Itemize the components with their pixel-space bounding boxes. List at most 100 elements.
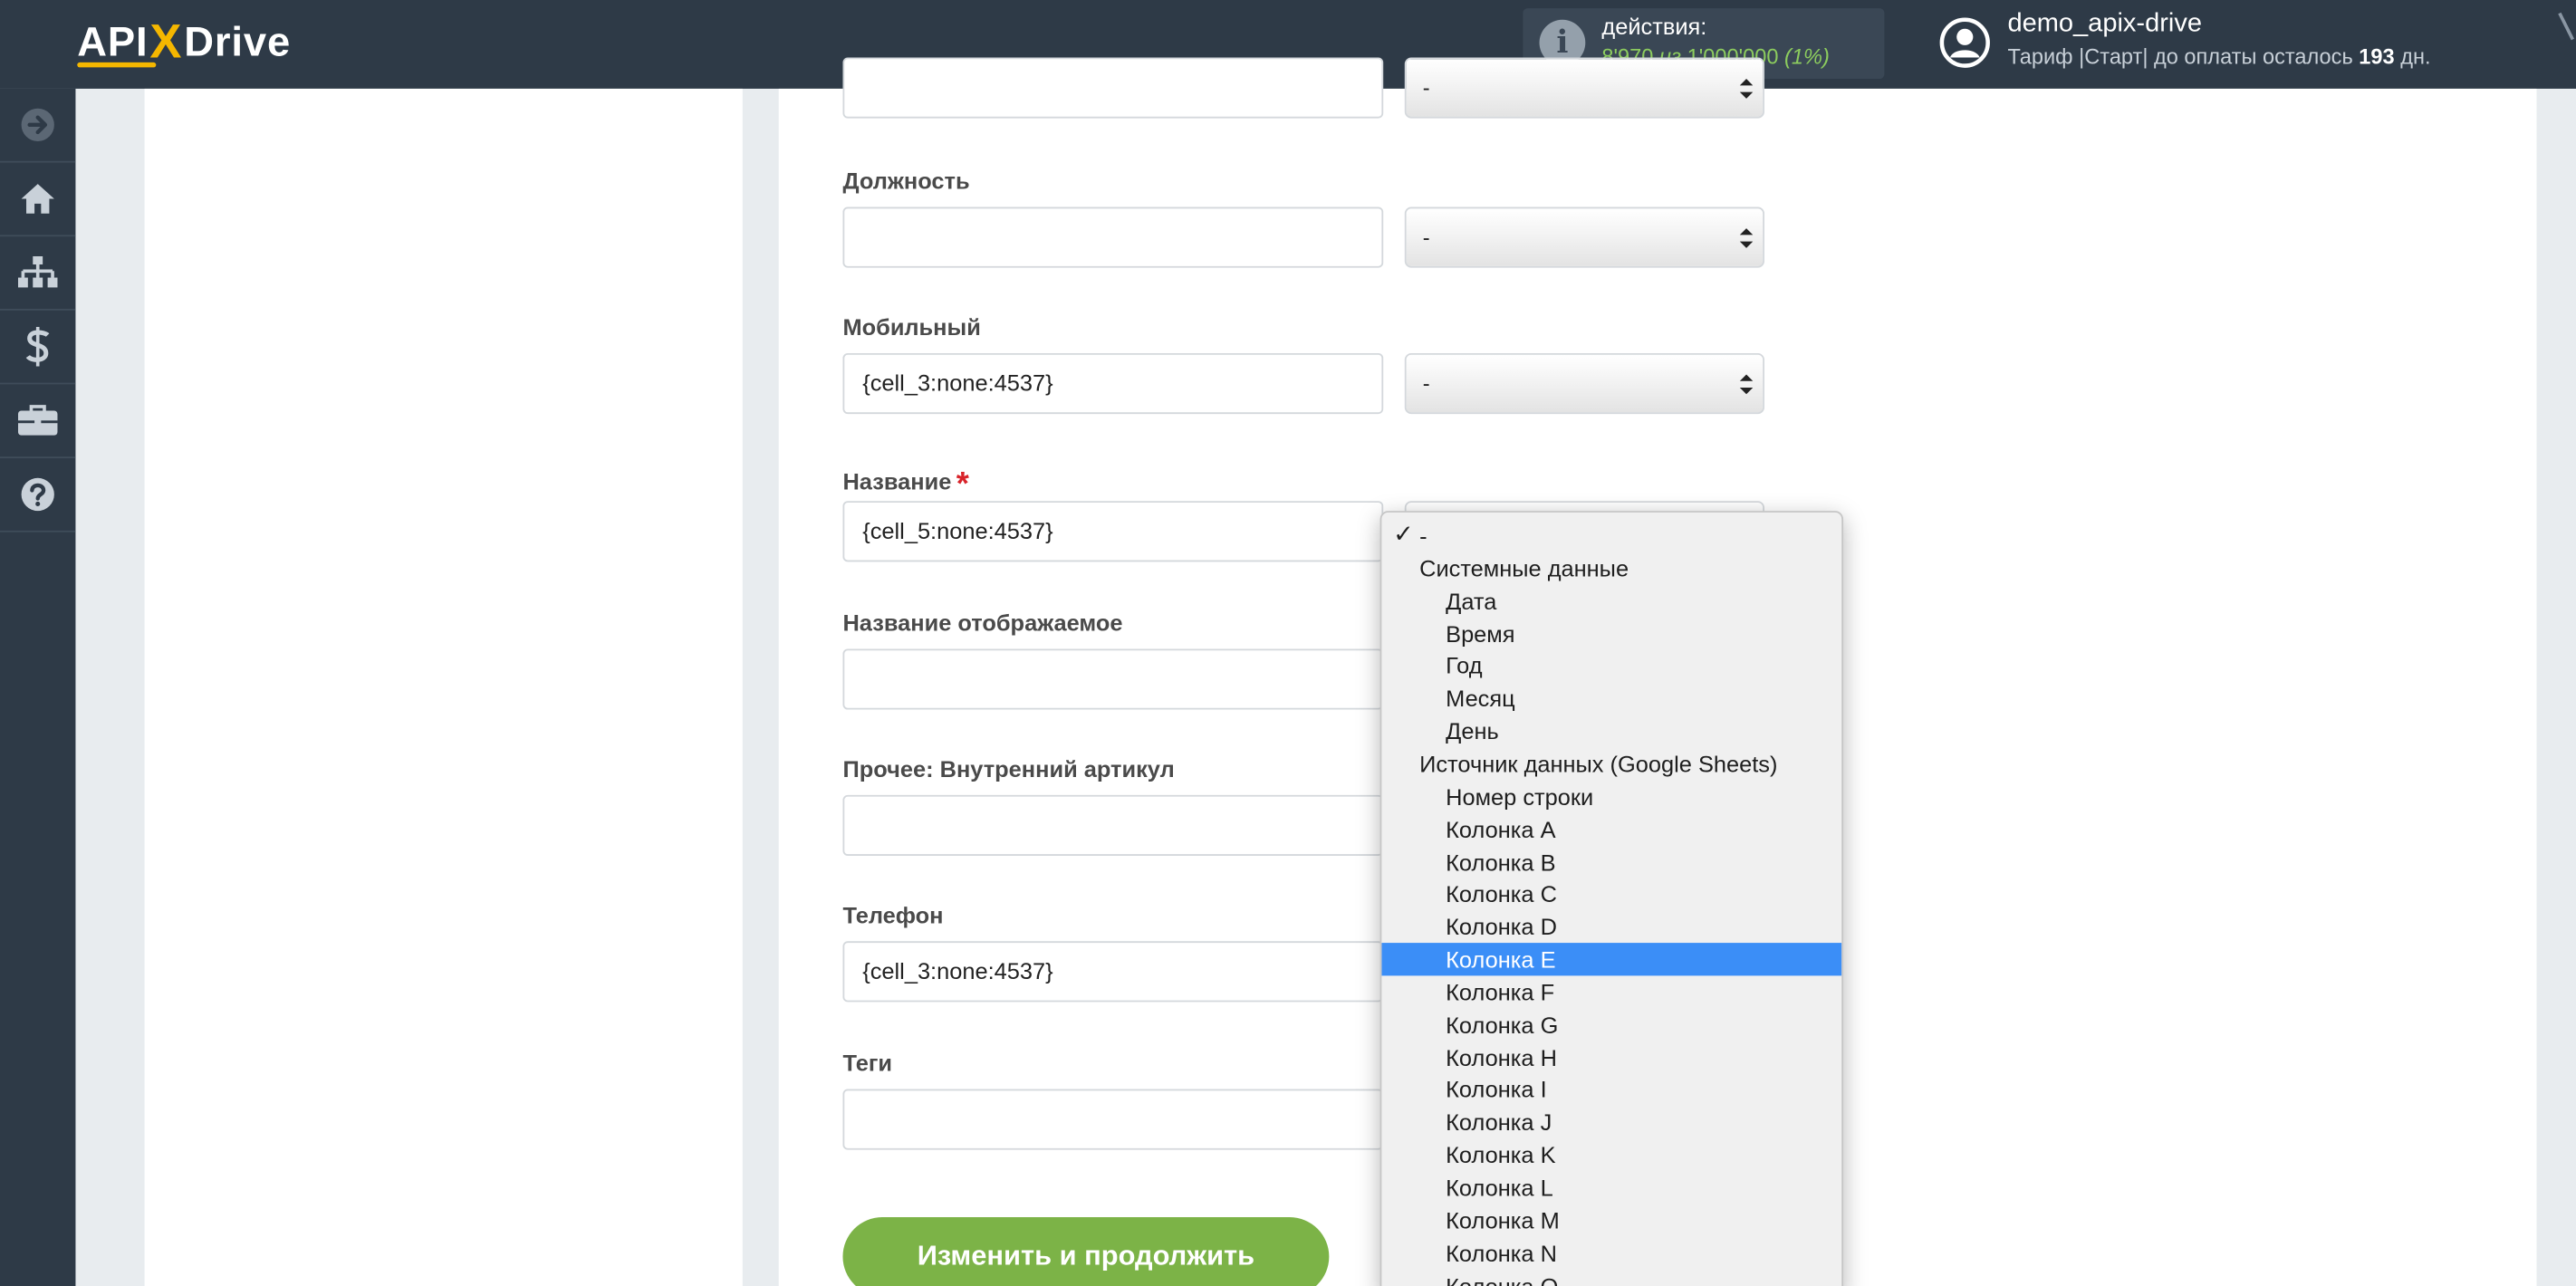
sidebar-item-billing[interactable] — [0, 311, 76, 385]
checkmark-icon: ✓ — [1393, 520, 1414, 549]
field-label-name-text: Название — [842, 467, 952, 494]
field-label-tags: Теги — [842, 1050, 893, 1077]
dropdown-group-label: Источник данных (Google Sheets) — [1381, 747, 1841, 780]
field-label-mobile: Мобильный — [842, 313, 981, 341]
dropdown-option[interactable]: Колонка H — [1381, 1041, 1841, 1073]
dropdown-option[interactable]: Колонка K — [1381, 1138, 1841, 1171]
dropdown-option-label: Колонка G — [1446, 1011, 1559, 1038]
dropdown-option[interactable]: Год — [1381, 649, 1841, 682]
field-label-phone: Телефон — [842, 901, 944, 928]
dropdown-option-label: Колонка F — [1446, 978, 1555, 1005]
dropdown-option[interactable]: Колонка G — [1381, 1008, 1841, 1041]
required-mark: * — [956, 466, 969, 504]
dropdown-option-label: День — [1446, 717, 1499, 744]
dropdown-option[interactable]: Колонка C — [1381, 878, 1841, 910]
dropdown-option-label: Источник данных (Google Sheets) — [1419, 750, 1778, 777]
arrow-right-circle-icon — [21, 108, 54, 141]
dropdown-option-label: Колонка I — [1446, 1076, 1547, 1103]
dropdown-option-label: Колонка N — [1446, 1239, 1557, 1266]
dropdown-option[interactable]: Колонка L — [1381, 1171, 1841, 1204]
dropdown-option[interactable]: Колонка O — [1381, 1269, 1841, 1286]
dropdown-option[interactable]: Колонка I — [1381, 1073, 1841, 1106]
dropdown-option[interactable]: Колонка A — [1381, 812, 1841, 845]
plan-days-suffix: дн. — [2400, 43, 2431, 70]
user-name[interactable]: demo_apix-drive — [2007, 10, 2202, 40]
sidebar-item-connections[interactable] — [0, 236, 76, 311]
select-arrows-icon — [1739, 374, 1754, 395]
dropdown-option[interactable]: Дата — [1381, 584, 1841, 617]
logo-text-x: X — [149, 15, 183, 69]
actions-percent: (1%) — [1784, 43, 1830, 70]
dollar-icon — [25, 326, 50, 367]
select-value: - — [1422, 370, 1430, 397]
field-input-previous[interactable] — [842, 57, 1384, 119]
dropdown-option-label: Колонка A — [1446, 815, 1556, 842]
field-select-mobile[interactable]: - — [1404, 352, 1764, 415]
dropdown-option-label: Колонка O — [1446, 1272, 1559, 1286]
dropdown-option[interactable]: ✓ - — [1381, 519, 1841, 552]
field-input-phone[interactable]: {cell_3:none:4537} — [842, 941, 1384, 1003]
dropdown-option-label: Колонка E — [1446, 945, 1556, 973]
field-select-previous[interactable]: - — [1404, 57, 1764, 119]
logo-underline — [77, 62, 157, 68]
dropdown-option[interactable]: Время — [1381, 617, 1841, 649]
home-icon — [21, 184, 54, 214]
plan-days: 193 — [2359, 43, 2395, 70]
dropdown-option[interactable]: Колонка E — [1381, 943, 1842, 976]
briefcase-icon — [17, 405, 58, 436]
select-dropdown-list[interactable]: ✓ - Системные данные Дата Время Год Месяц День И… — [1379, 511, 1844, 1286]
field-label-display-name: Название отображаемое — [842, 609, 1123, 636]
dropdown-option[interactable]: Колонка B — [1381, 845, 1841, 878]
sidebar-item-help[interactable] — [0, 458, 76, 533]
select-value: - — [1422, 225, 1430, 250]
dropdown-option-label: Год — [1446, 652, 1483, 679]
dropdown-option-label: Колонка D — [1446, 913, 1557, 940]
dropdown-option-label: Колонка H — [1446, 1043, 1557, 1070]
plan-text: Тариф |Старт| до оплаты осталось — [2007, 43, 2353, 70]
dropdown-option[interactable]: Колонка F — [1381, 975, 1841, 1008]
dropdown-option[interactable]: Колонка M — [1381, 1204, 1841, 1236]
apixdrive-logo[interactable]: API X Drive — [77, 15, 292, 69]
select-value: - — [1422, 75, 1430, 101]
sidebar-item-expand[interactable] — [0, 89, 76, 163]
logo-text-api: API — [77, 18, 149, 65]
dropdown-option-label: Колонка M — [1446, 1206, 1560, 1233]
sidebar-item-projects[interactable] — [0, 384, 76, 459]
field-label-position: Должность — [842, 168, 970, 195]
dropdown-option-label: Колонка J — [1446, 1108, 1552, 1136]
submit-continue-button[interactable]: Изменить и продолжить — [842, 1217, 1330, 1286]
dropdown-option[interactable]: Номер строки — [1381, 780, 1841, 812]
sidebar — [0, 88, 76, 1286]
dropdown-option[interactable]: Месяц — [1381, 682, 1841, 715]
dropdown-option[interactable]: Колонка D — [1381, 910, 1841, 943]
question-icon — [21, 477, 54, 512]
sitemap-icon — [17, 255, 58, 288]
field-input-internal-sku[interactable] — [842, 794, 1384, 856]
dropdown-option-label: Месяц — [1446, 685, 1515, 712]
user-avatar-icon[interactable] — [1938, 16, 1991, 69]
dropdown-option[interactable]: День — [1381, 715, 1841, 747]
field-label-name: Название * — [842, 462, 969, 504]
dropdown-option-label: Колонка K — [1446, 1141, 1556, 1168]
field-label-internal-sku: Прочее: Внутренний артикул — [842, 755, 1175, 782]
field-input-display-name[interactable] — [842, 648, 1384, 710]
dropdown-option-label: Номер строки — [1446, 782, 1594, 810]
dropdown-option[interactable]: Колонка J — [1381, 1106, 1841, 1138]
dropdown-option[interactable]: Колонка N — [1381, 1236, 1841, 1269]
sidebar-item-home[interactable] — [0, 163, 76, 237]
app-window: APIXDrive i действия: 8'970 из 1'000'000… — [0, 0, 2576, 1286]
dropdown-option-label: Системные данные — [1419, 554, 1629, 581]
left-panel — [144, 88, 743, 1286]
field-input-tags[interactable] — [842, 1089, 1384, 1150]
field-input-mobile[interactable]: {cell_3:none:4537} — [842, 352, 1384, 415]
logo-text-drive: Drive — [184, 18, 292, 65]
field-input-name[interactable]: {cell_5:none:4537} — [842, 501, 1384, 562]
dropdown-option-label: Колонка B — [1446, 848, 1556, 875]
dropdown-option-label: Дата — [1446, 587, 1497, 614]
dropdown-option-label: Колонка C — [1446, 880, 1557, 907]
select-arrows-icon — [1739, 228, 1754, 248]
field-input-position[interactable] — [842, 206, 1384, 268]
window-edge-chevron-icon — [2558, 12, 2575, 41]
field-select-position[interactable]: - — [1404, 206, 1764, 268]
user-plan: Тариф |Старт| до оплаты осталось 193 дн. — [2007, 44, 2430, 69]
